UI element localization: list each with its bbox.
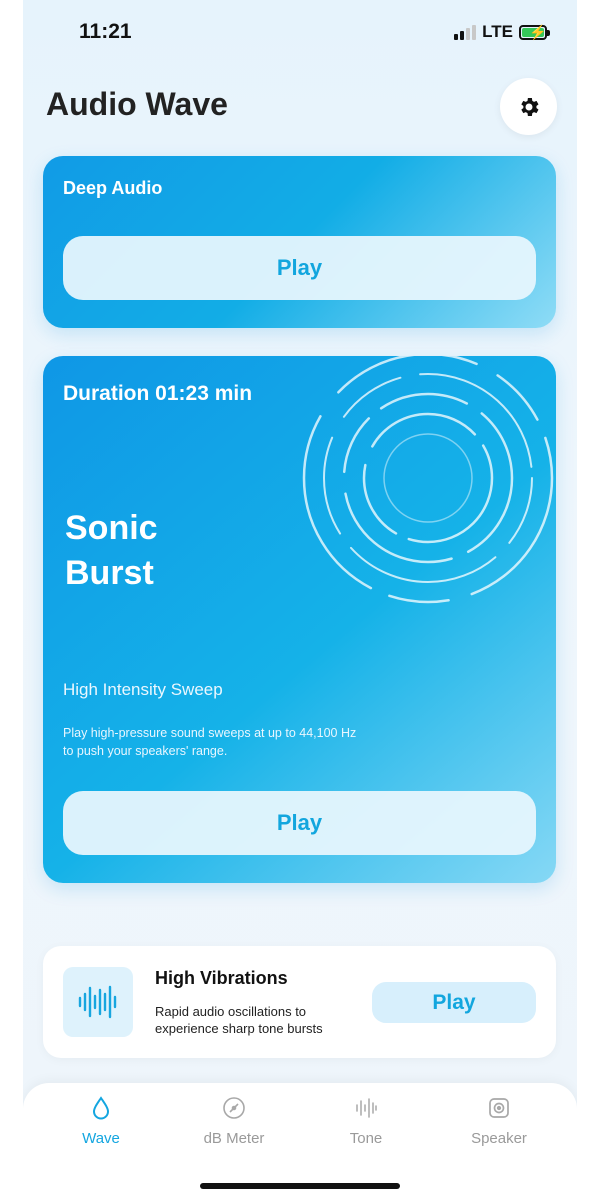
tab-tone[interactable]: Tone: [316, 1095, 416, 1147]
sonic-burst-subtitle: High Intensity Sweep: [63, 680, 223, 699]
sonic-burst-card: Duration 01:23 min Sonic Burst High Inte…: [43, 356, 556, 883]
status-time: 11:21: [79, 20, 132, 43]
high-vibrations-card: High Vibrations Rapid audio oscillations…: [43, 946, 556, 1058]
duration-label: Duration 01:23 min: [63, 382, 253, 405]
deep-audio-label: Deep Audio: [63, 178, 163, 198]
tab-speaker-label: Speaker: [471, 1130, 527, 1147]
waveform-icon: [63, 967, 133, 1037]
high-vibrations-play-button[interactable]: Play: [372, 982, 536, 1023]
sonic-burst-title-line1: Sonic: [65, 509, 158, 547]
tab-db-meter-label: dB Meter: [203, 1130, 265, 1147]
tab-speaker[interactable]: Speaker: [449, 1095, 549, 1147]
battery-icon: ⚡: [519, 24, 550, 40]
phone-screen: 11:21 LTE ⚡ Audio Wave Deep Audio Play D…: [23, 0, 577, 1200]
sonic-burst-description: Play high-pressure sound sweeps at up to…: [63, 726, 357, 758]
concentric-rings-decoration: [302, 356, 554, 604]
droplet-icon: [51, 1095, 151, 1121]
settings-button[interactable]: [500, 78, 557, 135]
gear-icon: [520, 97, 538, 116]
status-indicators: LTE ⚡: [454, 22, 550, 42]
tone-waveform-icon: [316, 1095, 416, 1121]
sonic-burst-play-button[interactable]: Play: [63, 791, 536, 855]
high-vibrations-title: High Vibrations: [155, 968, 288, 988]
signal-icon: [454, 24, 477, 40]
gauge-icon: [184, 1095, 284, 1121]
deep-audio-card: Deep Audio Play: [43, 156, 556, 328]
tab-wave-label: Wave: [82, 1130, 120, 1147]
sonic-burst-title-line2: Burst: [65, 554, 154, 592]
sonic-burst-title: Sonic Burst: [65, 506, 265, 596]
tab-db-meter[interactable]: dB Meter: [184, 1095, 284, 1147]
high-vibrations-description: Rapid audio oscillations to experience s…: [155, 1004, 323, 1036]
speaker-icon: [449, 1095, 549, 1121]
deep-audio-play-button[interactable]: Play: [63, 236, 536, 300]
home-indicator: [200, 1183, 400, 1189]
tab-wave[interactable]: Wave: [51, 1095, 151, 1147]
network-label: LTE: [482, 22, 513, 41]
page-title: Audio Wave: [46, 86, 228, 122]
tab-tone-label: Tone: [349, 1130, 383, 1147]
